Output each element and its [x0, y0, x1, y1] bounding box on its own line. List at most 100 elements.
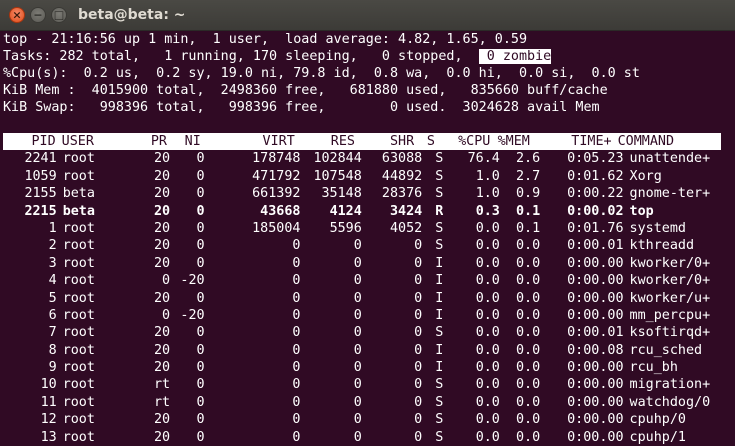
process-virt: 661392	[252, 186, 301, 202]
col-header-pr[interactable]: PR	[118, 133, 167, 150]
process-command: migration+	[629, 377, 711, 393]
process-cpu: 0.0	[475, 255, 500, 271]
process-shr: 0	[414, 307, 423, 323]
process-mem: 0.0	[515, 255, 541, 271]
process-nice: 0	[196, 220, 205, 236]
process-mem: 0.0	[515, 325, 541, 341]
col-header-s[interactable]: S	[414, 133, 435, 150]
minimize-window-button[interactable]: −	[30, 7, 46, 23]
process-mem: 0.1	[515, 203, 541, 219]
process-shr: 0	[414, 255, 423, 271]
process-virt: 0	[292, 307, 301, 323]
process-row[interactable]: 2 root 20 0 0 0 0 S 0.0 0.0 0:00.01 kthreadd	[3, 237, 735, 254]
process-shr: 63088	[381, 151, 423, 167]
process-pid: 12	[40, 412, 57, 428]
process-cpu: 0.3	[475, 203, 500, 219]
process-cpu: 0.0	[475, 412, 500, 428]
uptime-line: top - 21:16:56 up 1 min, 1 user, load av…	[3, 32, 528, 47]
terminal-content[interactable]: top - 21:16:56 up 1 min, 1 user, load av…	[0, 31, 735, 445]
process-pid: 7	[48, 325, 57, 341]
process-cpu: 0.0	[475, 238, 500, 254]
process-time: 0:00.00	[567, 377, 624, 393]
process-command: cpuhp/0	[629, 412, 686, 428]
col-header-time[interactable]: TIME+	[530, 133, 611, 150]
process-priority: 20	[153, 342, 171, 358]
process-cpu: 1.0	[475, 168, 500, 184]
title-bar[interactable]: × − □ beta@beta: ~	[0, 0, 735, 31]
process-user: root	[62, 151, 95, 167]
close-window-button[interactable]: ×	[9, 7, 25, 23]
process-cpu: 0.0	[475, 394, 500, 410]
process-row[interactable]: 10 root rt 0 0 0 0 S 0.0 0.0 0:00.00 migration+	[3, 376, 735, 393]
process-time: 0:00.00	[567, 394, 624, 410]
process-command: kworker/u+	[629, 290, 711, 306]
process-nice: 0	[196, 429, 205, 445]
swap-line: KiB Swap: 998396 total, 998396 free, 0 u…	[3, 100, 600, 115]
process-row[interactable]: 2241 root 20 0 178748 102844 63088 S 76.4 2.6 0:05…	[3, 150, 735, 167]
process-row[interactable]: 2155 beta 20 0 661392 35148 28376 S 1.0 0.9 0:00.2…	[3, 185, 735, 202]
process-nice: 0	[196, 186, 205, 202]
process-row[interactable]: 13 root 20 0 0 0 0 S 0.0 0.0 0:00.00 cpuhp/1	[3, 429, 735, 446]
col-header-command[interactable]: COMMAND	[612, 133, 721, 150]
mem-line: KiB Mem : 4015900 total, 2498360 free, 6…	[3, 83, 608, 98]
col-header-cpu[interactable]: %CPU	[435, 133, 490, 150]
process-command: unattende+	[629, 151, 711, 167]
process-shr: 0	[414, 377, 423, 393]
process-state: R	[435, 203, 444, 219]
process-row[interactable]: 4 root 0 -20 0 0 0 I 0.0 0.0 0:00.00 kworker/0+	[3, 272, 735, 289]
process-cpu: 0.0	[475, 290, 500, 306]
process-res: 0	[353, 290, 362, 306]
maximize-window-button[interactable]: □	[51, 7, 67, 23]
process-table-header: PID USER PR NI VIRT RES SHR S %CPU %MEM …	[3, 133, 721, 151]
process-command: top	[629, 203, 654, 219]
process-row[interactable]: 7 root 20 0 0 0 0 S 0.0 0.0 0:00.01 ksoftirqd+	[3, 324, 735, 341]
maximize-icon: □	[53, 8, 65, 21]
process-row[interactable]: 3 root 20 0 0 0 0 I 0.0 0.0 0:00.00 kworker/0+	[3, 255, 735, 272]
process-row[interactable]: 1 root 20 0 185004 5596 4052 S 0.0 0.1 0:01.76 syst…	[3, 220, 735, 237]
process-res: 102844	[313, 151, 362, 167]
process-time: 0:00.00	[567, 307, 624, 323]
process-res: 0	[353, 429, 362, 445]
process-time: 0:00.00	[567, 273, 624, 289]
process-user: root	[62, 325, 95, 341]
process-shr: 4052	[389, 220, 423, 236]
process-cpu: 0.0	[475, 377, 500, 393]
col-header-pid[interactable]: PID	[3, 133, 55, 150]
process-row[interactable]: 12 root 20 0 0 0 0 S 0.0 0.0 0:00.00 cpuhp/0	[3, 411, 735, 428]
col-header-ni[interactable]: NI	[167, 133, 201, 150]
process-state: S	[435, 394, 444, 410]
process-row[interactable]: 11 root rt 0 0 0 0 S 0.0 0.0 0:00.00 watchdog/0	[3, 394, 735, 411]
col-header-user[interactable]: USER	[56, 133, 118, 150]
process-row[interactable]: 6 root 0 -20 0 0 0 I 0.0 0.0 0:00.00 mm_percpu+	[3, 307, 735, 324]
process-nice: 0	[196, 412, 205, 428]
process-virt: 0	[292, 342, 301, 358]
process-command: rcu_bh	[629, 360, 678, 376]
process-row[interactable]: 1059 root 20 0 471792 107548 44892 S 1.0 2.7 0:01.…	[3, 168, 735, 185]
process-priority: 0	[162, 307, 171, 323]
col-header-shr[interactable]: SHR	[355, 133, 414, 150]
minimize-icon: −	[33, 8, 43, 21]
process-res: 4124	[329, 203, 362, 219]
process-virt: 0	[292, 360, 301, 376]
terminal-window: × − □ beta@beta: ~ top - 21:16:56 up 1 m…	[0, 0, 735, 445]
col-header-mem[interactable]: %MEM	[490, 133, 530, 150]
process-row[interactable]: 9 root 20 0 0 0 0 I 0.0 0.0 0:00.00 rcu_bh	[3, 359, 735, 376]
process-cpu: 1.0	[475, 186, 500, 202]
col-header-res[interactable]: RES	[295, 133, 355, 150]
process-row[interactable]: 2215 beta 20 0 43668 4124 3424 R 0.3 0.1 0:00.02 to…	[3, 203, 735, 220]
process-res: 0	[353, 255, 362, 271]
process-priority: 20	[153, 325, 171, 341]
process-command: systemd	[629, 220, 686, 236]
process-row[interactable]: 8 root 20 0 0 0 0 I 0.0 0.0 0:00.08 rcu_sched	[3, 342, 735, 359]
process-pid: 5	[48, 290, 57, 306]
window-title: beta@beta: ~	[78, 7, 186, 23]
process-cpu: 76.4	[467, 151, 500, 167]
process-virt: 0	[292, 290, 301, 306]
process-row[interactable]: 5 root 20 0 0 0 0 I 0.0 0.0 0:00.00 kworker/u+	[3, 290, 735, 307]
process-cpu: 0.0	[475, 273, 500, 289]
process-virt: 0	[292, 429, 301, 445]
col-header-virt[interactable]: VIRT	[201, 133, 295, 150]
process-state: S	[435, 412, 444, 428]
process-mem: 0.0	[515, 238, 541, 254]
process-time: 0:00.08	[567, 342, 624, 358]
